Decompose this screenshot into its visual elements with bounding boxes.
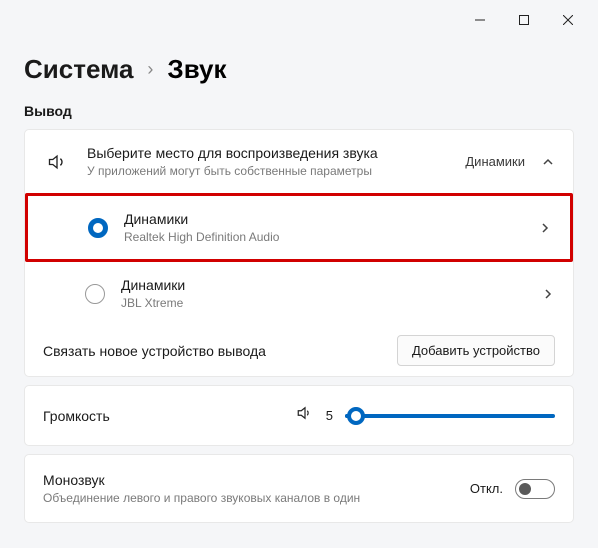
close-button[interactable] (546, 4, 590, 36)
mono-state-label: Откл. (470, 481, 503, 496)
mono-card: Монозвук Объединение левого и правого зв… (24, 454, 574, 523)
device-name: Динамики (124, 210, 538, 229)
radio-selected[interactable] (88, 218, 108, 238)
output-selector-row[interactable]: Выберите место для воспроизведения звука… (25, 130, 573, 193)
volume-slider[interactable] (345, 414, 555, 418)
pair-text: Связать новое устройство вывода (43, 343, 266, 359)
mono-toggle[interactable] (515, 479, 555, 499)
volume-value: 5 (326, 408, 333, 423)
volume-low-icon[interactable] (296, 404, 314, 427)
output-current-value: Динамики (465, 154, 525, 169)
pair-device-row: Связать новое устройство вывода Добавить… (25, 325, 573, 376)
volume-card: Громкость 5 (24, 385, 574, 446)
breadcrumb: Система › Звук (0, 40, 598, 103)
minimize-button[interactable] (458, 4, 502, 36)
output-section-label: Вывод (0, 103, 598, 129)
maximize-button[interactable] (502, 4, 546, 36)
output-card: Выберите место для воспроизведения звука… (24, 129, 574, 377)
speaker-icon (43, 152, 71, 172)
mono-title: Монозвук (43, 471, 458, 490)
output-subtitle: У приложений могут быть собственные пара… (87, 163, 465, 179)
chevron-right-icon[interactable] (538, 221, 552, 235)
chevron-up-icon (541, 155, 555, 169)
device-name: Динамики (121, 276, 541, 295)
add-device-button[interactable]: Добавить устройство (397, 335, 555, 366)
close-icon (563, 15, 573, 25)
slider-thumb[interactable] (347, 407, 365, 425)
maximize-icon (519, 15, 529, 25)
toggle-thumb (519, 483, 531, 495)
breadcrumb-parent[interactable]: Система (24, 54, 133, 85)
minimize-icon (475, 15, 485, 25)
mono-subtitle: Объединение левого и правого звуковых ка… (43, 490, 458, 506)
device-detail: Realtek High Definition Audio (124, 229, 538, 245)
chevron-right-icon: › (147, 59, 153, 80)
output-title: Выберите место для воспроизведения звука (87, 144, 465, 163)
device-row-realtek[interactable]: Динамики Realtek High Definition Audio (25, 193, 573, 262)
device-row-jbl[interactable]: Динамики JBL Xtreme (25, 262, 573, 325)
radio-unselected[interactable] (85, 284, 105, 304)
device-detail: JBL Xtreme (121, 295, 541, 311)
volume-label: Громкость (43, 408, 110, 424)
window-titlebar (0, 0, 598, 40)
chevron-right-icon[interactable] (541, 287, 555, 301)
page-title: Звук (167, 54, 226, 85)
